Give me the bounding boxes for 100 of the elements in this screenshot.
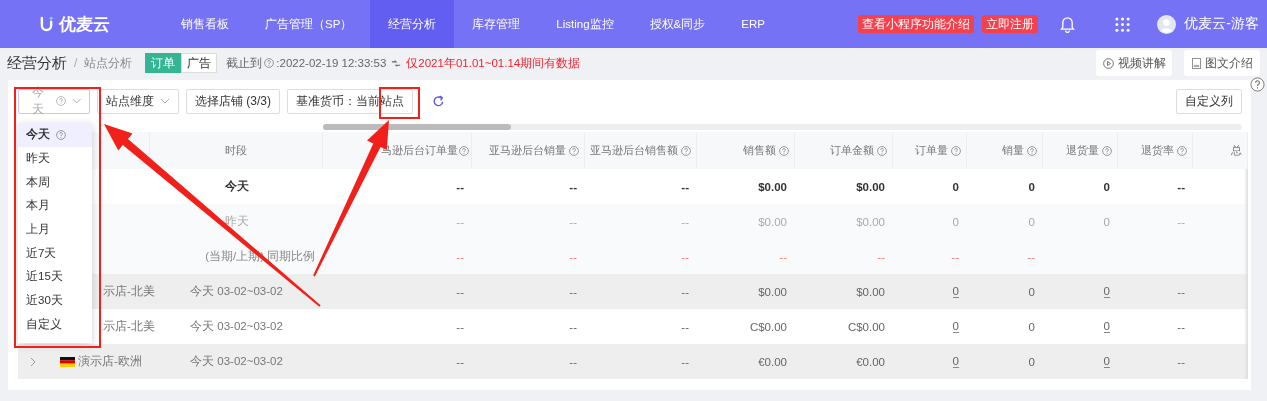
promo-button[interactable]: 立即注册 [982,15,1039,33]
table-cell-text: -- [1176,214,1186,230]
date-option[interactable]: 上月 [18,217,92,242]
table-cell-text: C$0.00 [846,319,886,335]
promo-button[interactable]: 查看小程序功能介绍 [858,15,975,33]
table-cell-text: -- [455,214,465,230]
avatar-icon[interactable] [1157,14,1177,34]
custom-columns-button[interactable]: 自定义列 [1176,88,1242,114]
table-cell-text: 0 [951,179,960,195]
breadcrumb-section[interactable]: 经营分析 [7,53,67,73]
period-cell-text: 今天 03-02~03-02 [189,354,284,369]
currency-button[interactable]: 基准货币：当前站点 [287,88,413,114]
period-cell-text: 今天 [223,179,250,194]
refresh-icon[interactable] [432,94,445,108]
help-icon [56,129,66,140]
date-option[interactable]: 本月 [18,194,92,218]
store-name: 示店-北美 [103,319,155,334]
help-icon [1102,145,1112,156]
table-cell-text: -- [568,179,578,195]
table-cell-text: -- [680,319,690,335]
help-icon [459,145,469,156]
flag-icon [60,356,75,367]
table-cell-text: $0.00 [757,179,788,195]
data-type-tab[interactable]: 广告 [181,53,218,73]
table-cell-text: -- [568,284,578,300]
dimension-select[interactable]: 站点维度 [97,88,179,114]
table-cell-text: -- [568,249,578,265]
period-cell-text: 今天 03-02~03-02 [189,319,284,334]
table-cell-text: -- [680,179,690,195]
bell-icon[interactable] [1060,15,1076,33]
table-cell-text: $0.00 [757,284,788,300]
table-cell-text: $0.00 [855,214,886,230]
table-cell-text: -- [950,249,960,265]
table-cell-text: -- [680,284,690,300]
user-name[interactable]: 优麦云-游客 [1184,15,1259,33]
nav-tab[interactable]: 销售看板 [163,0,247,48]
breadcrumb-separator: / [74,56,78,70]
date-option[interactable]: 近7天 [18,241,92,266]
table-cell-text: -- [568,319,578,335]
chevron-down-icon [160,98,170,104]
breadcrumb-page: 站点分析 [84,55,133,71]
guide-button[interactable]: 图文介绍 [1184,50,1260,76]
date-option[interactable]: 近30天 [18,288,92,313]
help-icon [877,145,887,156]
table-cell-text: -- [680,249,690,265]
date-option[interactable]: 昨天 [18,146,92,171]
table-cell-text: -- [455,319,465,335]
help-icon [264,58,275,68]
table-cell-text: -- [455,179,465,195]
nav-tab[interactable]: Listing监控 [538,0,632,48]
table-cell-text: -- [455,354,465,370]
help-icon [1027,145,1037,156]
date-option[interactable]: 今天 [18,123,92,147]
play-icon [1102,57,1114,69]
table-cell-text: 0 [951,284,960,300]
ratio-label: 同期比例 [267,249,315,264]
apps-grid-icon[interactable] [1115,16,1131,32]
table-cell-text: 0 [1102,214,1111,230]
table-cell-text: 0 [1102,354,1111,370]
help-icon [55,96,66,106]
help-icon [779,145,789,156]
nav-tab[interactable]: 授权&同步 [631,0,724,48]
book-icon [1191,57,1201,69]
nav-tab[interactable]: ERP [723,0,783,48]
store-select-button[interactable]: 选择店铺 (3/3) [186,88,280,114]
date-option[interactable]: 自定义 [18,312,92,337]
period-cell-text: 今天 03-02~03-02 [189,284,284,299]
table-cell-text: 0 [1027,179,1036,195]
table-cell-text: -- [455,249,465,265]
guide-button[interactable]: 视频讲解 [1096,50,1172,76]
table-cell-text: -- [680,354,690,370]
expand-chevron-icon[interactable] [30,356,36,367]
nav-tab[interactable]: 广告管理（SP） [247,0,371,48]
scrollbar-thumb[interactable] [323,124,511,130]
date-option[interactable]: 近15天 [18,265,92,289]
table-cell-text: 0 [951,214,960,230]
help-icon [1177,145,1187,156]
table-cell-text: 0 [1027,214,1036,230]
cutoff-label: 截止到 [226,55,263,71]
table-cell-text: 0 [951,354,960,370]
table-cell-text: -- [876,249,886,265]
data-notice: 仅2021年01.01~01.14期间有数据 [406,55,581,71]
table-cell-text: -- [455,284,465,300]
table-cell-text: 0 [1102,179,1111,195]
table-cell-text: $0.00 [757,214,788,230]
nav-tab[interactable]: 经营分析 [370,0,455,48]
help-icon [951,145,961,156]
table-cell-text: -- [680,214,690,230]
nav-tab[interactable]: 库存管理 [454,0,539,48]
table-cell-text: €0.00 [855,354,886,370]
help-icon [569,145,579,156]
table-cell-text: C$0.00 [748,319,788,335]
table-cell-text: -- [778,249,788,265]
table-cell-text: €0.00 [757,354,788,370]
table-cell-text: -- [1176,179,1186,195]
period-cell-text: 昨天 [223,214,250,229]
date-option[interactable]: 本周 [18,170,92,195]
table-cell-text: 0 [1102,319,1111,335]
help-icon[interactable] [1250,77,1265,92]
table-cell-text: 0 [1102,284,1111,300]
